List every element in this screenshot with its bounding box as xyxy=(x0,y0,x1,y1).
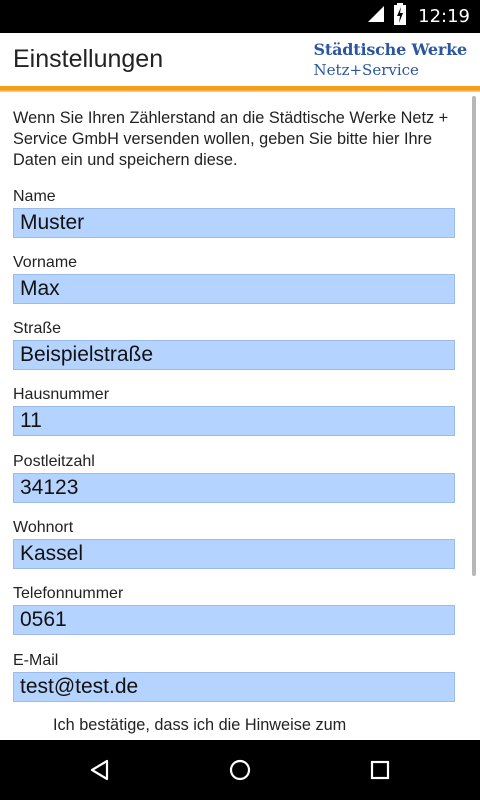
hausnummer-label: Hausnummer xyxy=(13,386,110,403)
settings-form[interactable]: Wenn Sie Ihren Zählerstand an die Städti… xyxy=(0,92,480,740)
confirm-checkbox-label[interactable]: Ich bestätige, dass ich die Hinweise zum xyxy=(53,716,346,735)
telefonnummer-label: Telefonnummer xyxy=(13,585,124,602)
strasse-label: Straße xyxy=(13,320,62,337)
brand-logo-line1: Städtische Werke xyxy=(313,40,468,59)
hausnummer-input[interactable]: 11 xyxy=(13,406,455,436)
wohnort-label: Wohnort xyxy=(13,519,74,536)
postleitzahl-label: Postleitzahl xyxy=(13,453,95,470)
page-title: Einstellungen xyxy=(13,45,164,73)
telefonnummer-input[interactable]: 0561 xyxy=(13,605,455,635)
app-bar: Einstellungen Städtische Werke Netz+Serv… xyxy=(0,33,480,86)
wohnort-input[interactable]: Kassel xyxy=(13,539,455,569)
email-label: E-Mail xyxy=(13,652,59,669)
navigation-bar xyxy=(0,740,480,800)
name-input[interactable]: Muster xyxy=(13,208,455,238)
name-label: Name xyxy=(13,188,56,205)
back-icon[interactable] xyxy=(80,750,120,790)
scrollbar[interactable] xyxy=(472,96,476,576)
brand-logo: Städtische Werke Netz+Service xyxy=(313,40,468,80)
home-icon[interactable] xyxy=(220,750,260,790)
strasse-input[interactable]: Beispielstraße xyxy=(13,340,455,370)
intro-text: Wenn Sie Ihren Zählerstand an die Städti… xyxy=(13,109,449,169)
email-input[interactable]: test@test.de xyxy=(13,672,455,702)
vorname-input[interactable]: Max xyxy=(13,274,455,304)
clock: 12:19 xyxy=(418,6,470,27)
signal-icon xyxy=(366,4,386,29)
battery-charging-icon xyxy=(394,3,407,30)
recents-icon[interactable] xyxy=(360,750,400,790)
brand-logo-line2: Netz+Service xyxy=(313,61,419,79)
vorname-label: Vorname xyxy=(13,254,78,271)
status-bar: 12:19 xyxy=(0,0,480,33)
postleitzahl-input[interactable]: 34123 xyxy=(13,473,455,503)
